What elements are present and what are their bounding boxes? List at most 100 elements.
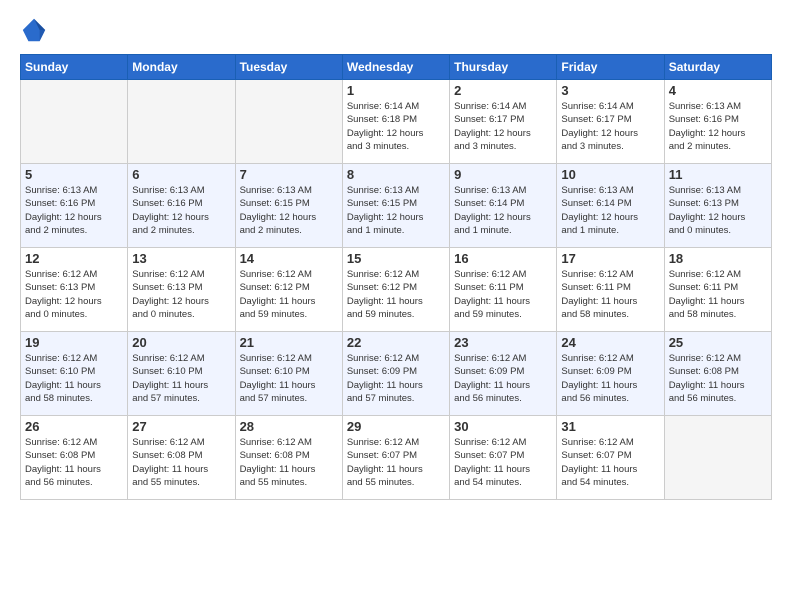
calendar-cell: 14 Sunrise: 6:12 AMSunset: 6:12 PMDayligh…	[235, 248, 342, 332]
day-number: 24	[561, 335, 659, 350]
day-number: 17	[561, 251, 659, 266]
weekday-header-friday: Friday	[557, 55, 664, 80]
day-info: Sunrise: 6:12 AMSunset: 6:11 PMDaylight:…	[561, 268, 659, 321]
calendar-week-2: 5 Sunrise: 6:13 AMSunset: 6:16 PMDaylight…	[21, 164, 772, 248]
calendar-cell: 8 Sunrise: 6:13 AMSunset: 6:15 PMDaylight…	[342, 164, 449, 248]
logo-icon	[20, 16, 48, 44]
calendar-cell	[128, 80, 235, 164]
day-number: 5	[25, 167, 123, 182]
calendar-cell: 21 Sunrise: 6:12 AMSunset: 6:10 PMDayligh…	[235, 332, 342, 416]
calendar-cell: 6 Sunrise: 6:13 AMSunset: 6:16 PMDaylight…	[128, 164, 235, 248]
day-number: 1	[347, 83, 445, 98]
day-info: Sunrise: 6:12 AMSunset: 6:08 PMDaylight:…	[240, 436, 338, 489]
calendar-cell	[21, 80, 128, 164]
day-info: Sunrise: 6:12 AMSunset: 6:07 PMDaylight:…	[561, 436, 659, 489]
calendar-week-3: 12 Sunrise: 6:12 AMSunset: 6:13 PMDayligh…	[21, 248, 772, 332]
day-number: 4	[669, 83, 767, 98]
day-info: Sunrise: 6:12 AMSunset: 6:11 PMDaylight:…	[454, 268, 552, 321]
day-number: 16	[454, 251, 552, 266]
calendar-cell: 20 Sunrise: 6:12 AMSunset: 6:10 PMDayligh…	[128, 332, 235, 416]
calendar-cell: 25 Sunrise: 6:12 AMSunset: 6:08 PMDayligh…	[664, 332, 771, 416]
day-info: Sunrise: 6:12 AMSunset: 6:10 PMDaylight:…	[25, 352, 123, 405]
calendar-cell: 12 Sunrise: 6:12 AMSunset: 6:13 PMDayligh…	[21, 248, 128, 332]
calendar-cell: 22 Sunrise: 6:12 AMSunset: 6:09 PMDayligh…	[342, 332, 449, 416]
calendar-cell: 1 Sunrise: 6:14 AMSunset: 6:18 PMDaylight…	[342, 80, 449, 164]
calendar-cell: 18 Sunrise: 6:12 AMSunset: 6:11 PMDayligh…	[664, 248, 771, 332]
day-number: 9	[454, 167, 552, 182]
day-number: 7	[240, 167, 338, 182]
day-info: Sunrise: 6:13 AMSunset: 6:16 PMDaylight:…	[669, 100, 767, 153]
day-info: Sunrise: 6:13 AMSunset: 6:16 PMDaylight:…	[132, 184, 230, 237]
calendar-cell: 17 Sunrise: 6:12 AMSunset: 6:11 PMDayligh…	[557, 248, 664, 332]
day-number: 14	[240, 251, 338, 266]
day-info: Sunrise: 6:13 AMSunset: 6:15 PMDaylight:…	[347, 184, 445, 237]
calendar-cell: 27Sunrise: 6:12 AMSunset: 6:08 PMDayligh…	[128, 416, 235, 500]
day-info: Sunrise: 6:12 AMSunset: 6:09 PMDaylight:…	[454, 352, 552, 405]
calendar-cell: 9 Sunrise: 6:13 AMSunset: 6:14 PMDaylight…	[450, 164, 557, 248]
day-info: Sunrise: 6:13 AMSunset: 6:15 PMDaylight:…	[240, 184, 338, 237]
day-number: 21	[240, 335, 338, 350]
day-number: 29	[347, 419, 445, 434]
day-info: Sunrise: 6:12 AMSunset: 6:12 PMDaylight:…	[347, 268, 445, 321]
day-info: Sunrise: 6:13 AMSunset: 6:14 PMDaylight:…	[561, 184, 659, 237]
page-header	[20, 16, 772, 44]
day-number: 31	[561, 419, 659, 434]
day-number: 26	[25, 419, 123, 434]
calendar-cell: 3Sunrise: 6:14 AMSunset: 6:17 PMDaylight…	[557, 80, 664, 164]
day-info: Sunrise: 6:12 AMSunset: 6:09 PMDaylight:…	[347, 352, 445, 405]
day-number: 22	[347, 335, 445, 350]
page-container: SundayMondayTuesdayWednesdayThursdayFrid…	[0, 0, 792, 612]
day-number: 28	[240, 419, 338, 434]
day-number: 27	[132, 419, 230, 434]
day-number: 8	[347, 167, 445, 182]
day-info: Sunrise: 6:12 AMSunset: 6:11 PMDaylight:…	[669, 268, 767, 321]
day-info: Sunrise: 6:12 AMSunset: 6:13 PMDaylight:…	[25, 268, 123, 321]
calendar-cell: 15 Sunrise: 6:12 AMSunset: 6:12 PMDayligh…	[342, 248, 449, 332]
calendar-cell: 10 Sunrise: 6:13 AMSunset: 6:14 PMDayligh…	[557, 164, 664, 248]
logo	[20, 16, 52, 44]
day-number: 6	[132, 167, 230, 182]
day-number: 11	[669, 167, 767, 182]
day-number: 19	[25, 335, 123, 350]
calendar-cell: 7 Sunrise: 6:13 AMSunset: 6:15 PMDaylight…	[235, 164, 342, 248]
day-info: Sunrise: 6:14 AMSunset: 6:18 PMDaylight:…	[347, 100, 445, 153]
day-info: Sunrise: 6:12 AMSunset: 6:07 PMDaylight:…	[347, 436, 445, 489]
calendar-week-4: 19 Sunrise: 6:12 AMSunset: 6:10 PMDayligh…	[21, 332, 772, 416]
day-number: 20	[132, 335, 230, 350]
calendar-cell: 26 Sunrise: 6:12 AMSunset: 6:08 PMDayligh…	[21, 416, 128, 500]
calendar-table: SundayMondayTuesdayWednesdayThursdayFrid…	[20, 54, 772, 500]
day-info: Sunrise: 6:13 AMSunset: 6:14 PMDaylight:…	[454, 184, 552, 237]
day-info: Sunrise: 6:12 AMSunset: 6:10 PMDaylight:…	[240, 352, 338, 405]
day-info: Sunrise: 6:12 AMSunset: 6:08 PMDaylight:…	[25, 436, 123, 489]
day-info: Sunrise: 6:12 AMSunset: 6:10 PMDaylight:…	[132, 352, 230, 405]
calendar-cell: 11 Sunrise: 6:13 AMSunset: 6:13 PMDayligh…	[664, 164, 771, 248]
day-number: 18	[669, 251, 767, 266]
weekday-header-sunday: Sunday	[21, 55, 128, 80]
day-number: 12	[25, 251, 123, 266]
day-info: Sunrise: 6:14 AMSunset: 6:17 PMDaylight:…	[454, 100, 552, 153]
calendar-cell: 2Sunrise: 6:14 AMSunset: 6:17 PMDaylight…	[450, 80, 557, 164]
day-number: 10	[561, 167, 659, 182]
day-number: 23	[454, 335, 552, 350]
weekday-header-monday: Monday	[128, 55, 235, 80]
calendar-cell: 28 Sunrise: 6:12 AMSunset: 6:08 PMDayligh…	[235, 416, 342, 500]
calendar-cell: 4 Sunrise: 6:13 AMSunset: 6:16 PMDaylight…	[664, 80, 771, 164]
calendar-week-5: 26 Sunrise: 6:12 AMSunset: 6:08 PMDayligh…	[21, 416, 772, 500]
weekday-header-saturday: Saturday	[664, 55, 771, 80]
calendar-cell: 23 Sunrise: 6:12 AMSunset: 6:09 PMDayligh…	[450, 332, 557, 416]
calendar-cell: 29 Sunrise: 6:12 AMSunset: 6:07 PMDayligh…	[342, 416, 449, 500]
day-info: Sunrise: 6:12 AMSunset: 6:09 PMDaylight:…	[561, 352, 659, 405]
day-number: 15	[347, 251, 445, 266]
day-info: Sunrise: 6:12 AMSunset: 6:08 PMDaylight:…	[669, 352, 767, 405]
day-info: Sunrise: 6:13 AMSunset: 6:13 PMDaylight:…	[669, 184, 767, 237]
day-number: 25	[669, 335, 767, 350]
weekday-header-wednesday: Wednesday	[342, 55, 449, 80]
day-info: Sunrise: 6:12 AMSunset: 6:12 PMDaylight:…	[240, 268, 338, 321]
weekday-header-thursday: Thursday	[450, 55, 557, 80]
day-number: 30	[454, 419, 552, 434]
calendar-cell	[664, 416, 771, 500]
weekday-header-tuesday: Tuesday	[235, 55, 342, 80]
calendar-cell: 31 Sunrise: 6:12 AMSunset: 6:07 PMDayligh…	[557, 416, 664, 500]
day-info: Sunrise: 6:12 AMSunset: 6:13 PMDaylight:…	[132, 268, 230, 321]
calendar-cell	[235, 80, 342, 164]
